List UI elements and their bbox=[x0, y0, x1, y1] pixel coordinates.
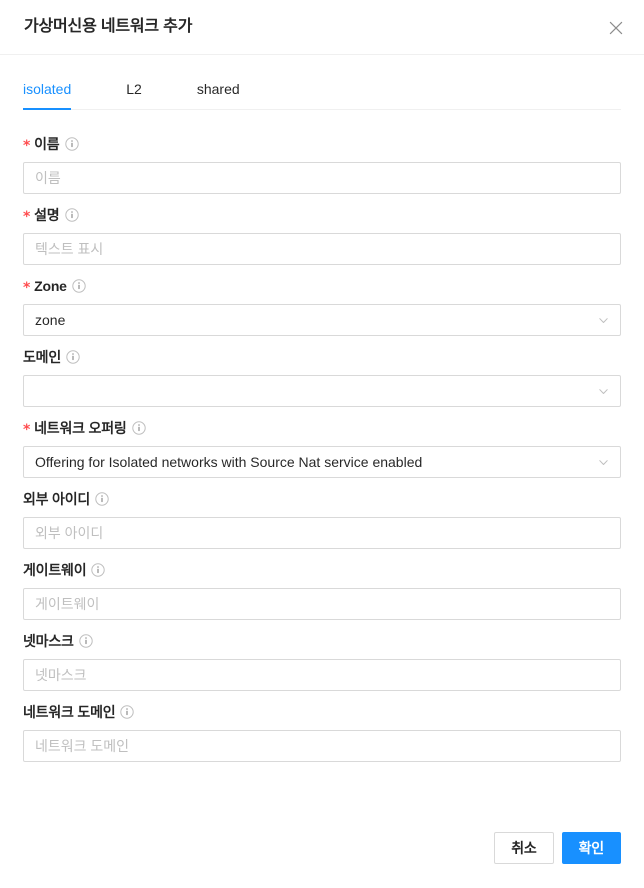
name-input[interactable] bbox=[23, 162, 621, 194]
label-zone: * Zone bbox=[23, 274, 621, 298]
label-text: 설명 bbox=[34, 207, 60, 223]
chevron-down-icon bbox=[597, 314, 609, 326]
label-text: 게이트웨이 bbox=[23, 562, 87, 578]
cancel-button[interactable]: 취소 bbox=[494, 832, 554, 864]
form-item-description: * 설명 bbox=[23, 203, 621, 265]
tab-shared[interactable]: shared bbox=[197, 79, 240, 109]
modal-header: 가상머신용 네트워크 추가 bbox=[0, 0, 644, 55]
tab-l2[interactable]: L2 bbox=[126, 79, 142, 109]
form-item-netmask: 넷마스크 bbox=[23, 629, 621, 691]
zone-select-value: zone bbox=[35, 312, 66, 328]
required-indicator: * bbox=[23, 422, 31, 438]
close-icon bbox=[608, 20, 624, 36]
netmask-input[interactable] bbox=[23, 659, 621, 691]
label-text: 넷마스크 bbox=[23, 633, 74, 649]
label-text: 외부 아이디 bbox=[23, 491, 91, 507]
external-id-input[interactable] bbox=[23, 517, 621, 549]
label-text: 이름 bbox=[34, 136, 60, 152]
page-title: 가상머신용 네트워크 추가 bbox=[24, 18, 193, 35]
label-text: Zone bbox=[34, 278, 67, 294]
network-domain-input[interactable] bbox=[23, 730, 621, 762]
form-item-name: * 이름 bbox=[23, 132, 621, 194]
close-button[interactable] bbox=[588, 0, 644, 55]
info-circle-icon[interactable] bbox=[79, 634, 93, 648]
zone-select[interactable]: zone bbox=[23, 304, 621, 336]
label-text: 네트워크 오퍼링 bbox=[34, 420, 127, 436]
gateway-input[interactable] bbox=[23, 588, 621, 620]
ok-button[interactable]: 확인 bbox=[561, 832, 621, 864]
chevron-down-icon bbox=[597, 456, 609, 468]
form-item-network-offering: * 네트워크 오퍼링 Offering for Isolated network… bbox=[23, 416, 621, 478]
tabs-nav: isolated L2 shared bbox=[23, 79, 621, 110]
add-network-modal: 가상머신용 네트워크 추가 isolated L2 shared * 이름 이름… bbox=[0, 0, 644, 888]
description-input[interactable] bbox=[23, 233, 621, 265]
info-circle-icon[interactable] bbox=[66, 350, 80, 364]
label-external-id: 외부 아이디 bbox=[23, 487, 621, 511]
info-circle-icon[interactable] bbox=[131, 421, 146, 435]
info-circle-icon[interactable] bbox=[120, 705, 135, 719]
modal-body: isolated L2 shared * 이름 이름 * 설명 텍스트 표시 *… bbox=[0, 55, 644, 822]
required-indicator: * bbox=[23, 138, 31, 154]
modal-footer: 취소 확인 bbox=[0, 822, 644, 888]
info-circle-icon[interactable] bbox=[64, 137, 79, 151]
form-item-zone: * Zone zone bbox=[23, 274, 621, 336]
label-text: 도메인 bbox=[23, 349, 62, 365]
label-network-domain: 네트워크 도메인 bbox=[23, 700, 621, 724]
label-description: * 설명 bbox=[23, 203, 621, 227]
required-indicator: * bbox=[23, 209, 31, 225]
info-circle-icon[interactable] bbox=[95, 492, 109, 506]
label-text: 네트워크 도메인 bbox=[23, 704, 116, 720]
network-offering-select-value: Offering for Isolated networks with Sour… bbox=[35, 454, 423, 470]
tab-isolated[interactable]: isolated bbox=[23, 79, 72, 110]
form-item-domain: 도메인 bbox=[23, 345, 621, 407]
form-item-network-domain: 네트워크 도메인 bbox=[23, 700, 621, 762]
domain-select[interactable] bbox=[23, 375, 621, 407]
label-netmask: 넷마스크 bbox=[23, 629, 621, 653]
label-network-offering: * 네트워크 오퍼링 bbox=[23, 416, 621, 440]
form-item-external-id: 외부 아이디 bbox=[23, 487, 621, 549]
form-item-gateway: 게이트웨이 bbox=[23, 558, 621, 620]
required-indicator: * bbox=[23, 280, 31, 296]
info-circle-icon[interactable] bbox=[72, 279, 86, 293]
info-circle-icon[interactable] bbox=[91, 563, 106, 577]
chevron-down-icon bbox=[597, 385, 609, 397]
label-name: * 이름 bbox=[23, 132, 621, 156]
network-offering-select[interactable]: Offering for Isolated networks with Sour… bbox=[23, 446, 621, 478]
label-domain: 도메인 bbox=[23, 345, 621, 369]
info-circle-icon[interactable] bbox=[64, 208, 79, 222]
network-type-tabs: isolated L2 shared bbox=[23, 79, 621, 110]
label-gateway: 게이트웨이 bbox=[23, 558, 621, 582]
